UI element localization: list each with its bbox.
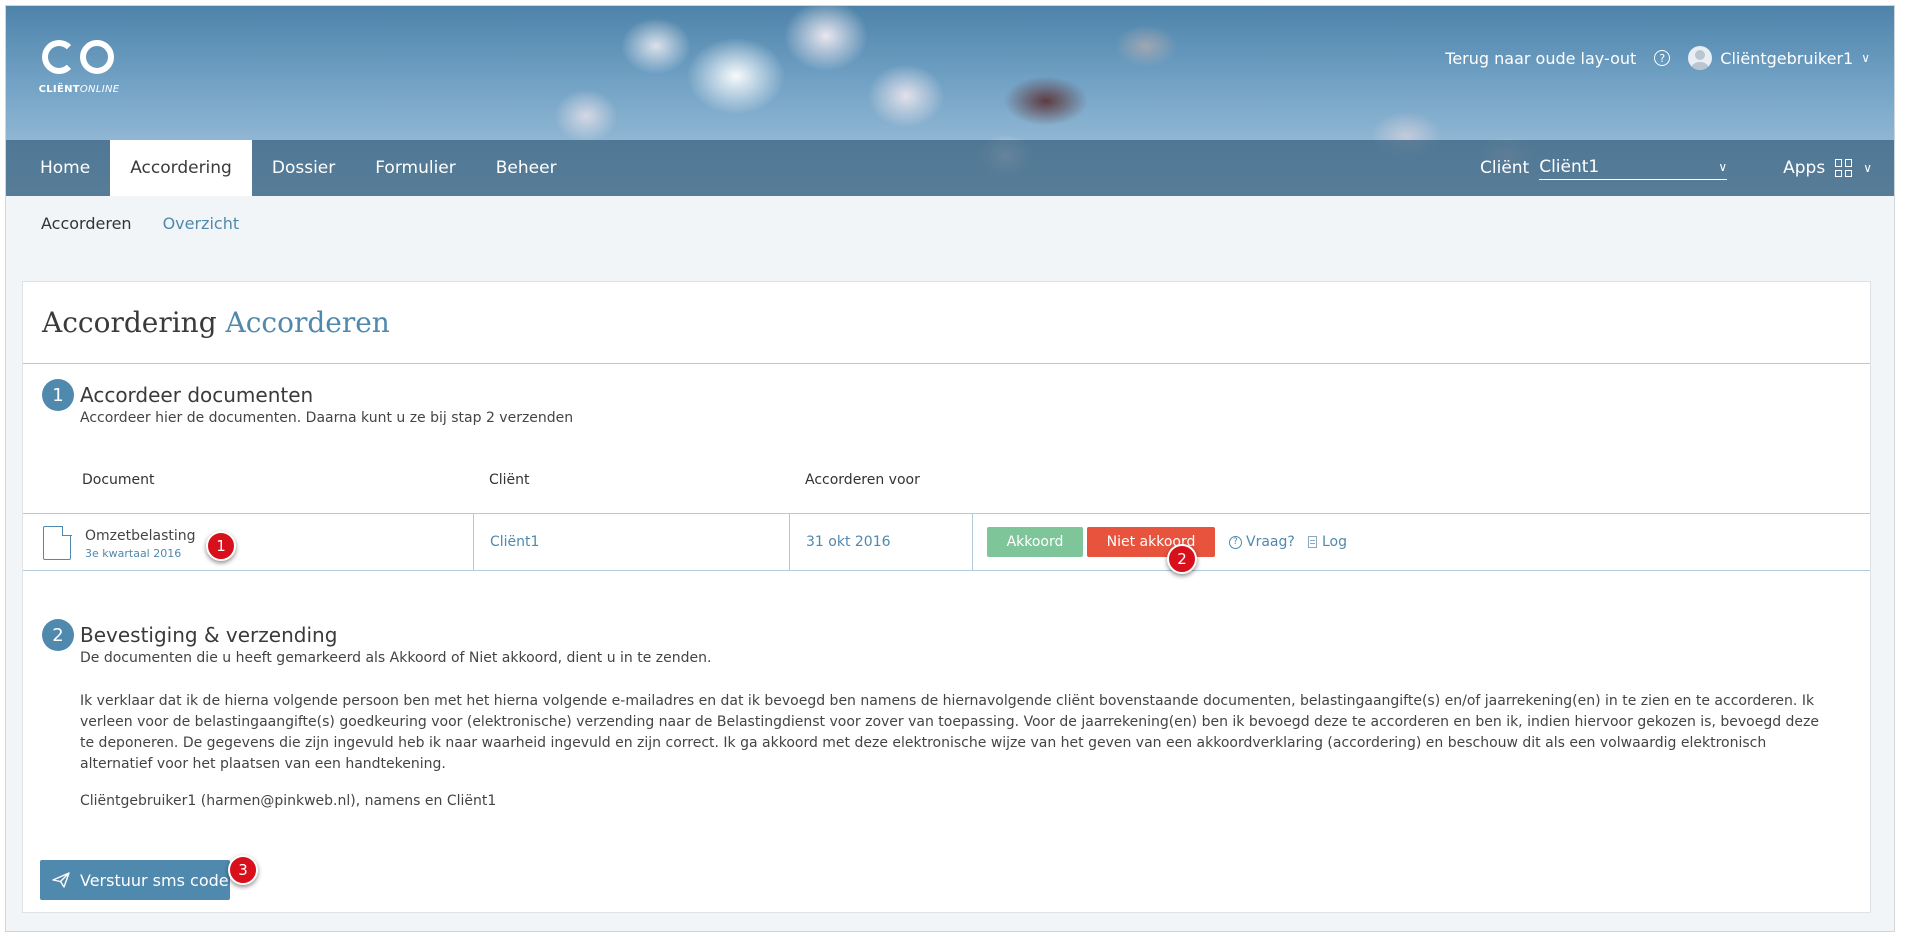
old-layout-link[interactable]: Terug naar oude lay-out: [1445, 49, 1636, 68]
client-link[interactable]: Cliënt1: [490, 534, 539, 550]
main-nav: Home Accordering Dossier Formulier Behee…: [6, 140, 1894, 196]
grid-icon: [1835, 159, 1853, 177]
user-menu[interactable]: Cliëntgebruiker1 ∨: [1688, 46, 1870, 70]
step-number: 1: [42, 379, 74, 411]
tab-formulier[interactable]: Formulier: [355, 140, 476, 196]
subnav-accorderen[interactable]: Accorderen: [41, 214, 132, 233]
logo-text: CLIËNTONLINE: [38, 84, 120, 95]
question-icon: ?: [1229, 535, 1242, 549]
app-window: CLIËNTONLINE Terug naar oude lay-out ? C…: [6, 6, 1894, 931]
deadline-date: 31 okt 2016: [806, 534, 891, 550]
chevron-down-icon: ∨: [1863, 161, 1872, 175]
client-dropdown[interactable]: Cliënt1 ∨: [1539, 156, 1728, 180]
accordering-panel: Accordering Accorderen 1 Accordeer docum…: [22, 281, 1871, 913]
step-number: 2: [42, 619, 74, 651]
clientonline-logo[interactable]: CLIËNTONLINE: [36, 36, 122, 95]
column-header-deadline: Accorderen voor: [805, 472, 920, 488]
header-banner: CLIËNTONLINE Terug naar oude lay-out ? C…: [6, 6, 1894, 196]
subnav-overzicht[interactable]: Overzicht: [163, 214, 240, 233]
tab-home[interactable]: Home: [20, 140, 110, 196]
apps-menu[interactable]: Apps ∨: [1783, 140, 1872, 196]
annotation-marker-1: 1: [206, 531, 236, 561]
annotation-marker-3: 3: [228, 855, 258, 885]
column-header-client: Cliënt: [489, 472, 530, 488]
send-sms-button[interactable]: Verstuur sms code: [40, 860, 230, 900]
table-row: Omzetbelasting 3e kwartaal 2016 Cliënt1 …: [23, 513, 1870, 571]
step-subtitle: Accordeer hier de documenten. Daarna kun…: [80, 410, 574, 426]
chevron-down-icon: ∨: [1718, 159, 1728, 174]
step-subtitle: De documenten die u heeft gemarkeerd als…: [80, 650, 712, 666]
document-icon: [43, 525, 72, 560]
step-title: Bevestiging & verzending: [80, 623, 338, 647]
client-label: Cliënt: [1480, 158, 1530, 178]
log-link[interactable]: Log: [1308, 534, 1347, 550]
apps-label: Apps: [1783, 158, 1826, 178]
logo-mark-icon: [36, 36, 122, 82]
tab-beheer[interactable]: Beheer: [476, 140, 577, 196]
step-title: Accordeer documenten: [80, 383, 314, 407]
chevron-down-icon: ∨: [1861, 51, 1870, 65]
client-value: Cliënt1: [1539, 156, 1600, 177]
top-right-bar: Terug naar oude lay-out ? Cliëntgebruike…: [1445, 46, 1870, 70]
approve-button[interactable]: Akkoord: [987, 527, 1083, 557]
nav-tabs: Home Accordering Dossier Formulier Behee…: [20, 140, 577, 196]
tab-accordering[interactable]: Accordering: [110, 140, 252, 196]
page-title: Accordering Accorderen: [42, 306, 390, 339]
sub-nav: Accorderen Overzicht: [41, 214, 239, 233]
document-name[interactable]: Omzetbelasting: [85, 528, 196, 544]
annotation-marker-2: 2: [1167, 544, 1197, 574]
avatar-icon: [1688, 46, 1713, 70]
help-icon[interactable]: ?: [1654, 50, 1671, 66]
column-header-document: Document: [82, 472, 155, 488]
question-link[interactable]: ? Vraag?: [1229, 534, 1295, 550]
document-period: 3e kwartaal 2016: [85, 547, 182, 560]
log-icon: [1308, 536, 1317, 548]
tab-dossier[interactable]: Dossier: [252, 140, 355, 196]
user-name: Cliëntgebruiker1: [1720, 48, 1854, 68]
send-sms-label: Verstuur sms code: [80, 870, 229, 890]
declaration-text: Ik verklaar dat ik de hierna volgende pe…: [80, 693, 1820, 772]
divider: [23, 363, 1870, 364]
paper-plane-icon: [52, 872, 70, 888]
client-selector: Cliënt Cliënt1 ∨: [1480, 140, 1728, 196]
signer-text: Cliëntgebruiker1 (harmen@pinkweb.nl), na…: [80, 793, 497, 809]
